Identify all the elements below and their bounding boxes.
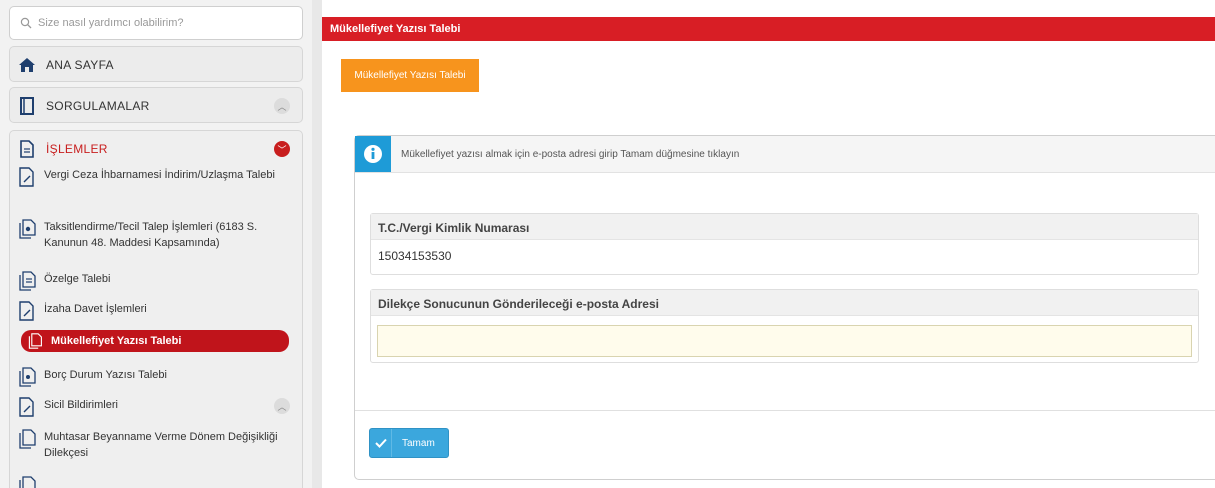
sidebar-item-label: Borç Durum Yazısı Talebi [44,369,167,381]
document-edit-icon [19,397,34,417]
sidebar-item-label: Sicil Bildirimleri [44,399,118,411]
email-input[interactable] [377,325,1192,357]
document-edit-icon [19,167,34,187]
home-label: ANA SAYFA [46,58,114,72]
sidebar-item-izaha-davet[interactable]: İzaha Davet İşlemleri [18,301,288,321]
submit-button[interactable]: Tamam [369,428,449,458]
sidebar-item-label: Mükellefiyet Yazısı Talebi [51,335,182,347]
sidebar-item-sicil[interactable]: Sicil Bildirimleri [18,397,288,417]
page-title: Mükellefiyet Yazısı Talebi [322,17,1215,41]
menu-queries[interactable]: SORGULAMALAR ︿ [9,87,303,123]
document-icon [18,140,36,158]
menu-operations: İŞLEMLER ﹀ Vergi Ceza İhbarnamesi İndiri… [9,130,303,488]
search-input[interactable] [38,13,296,33]
tc-field: T.C./Vergi Kimlik Numarası 15034153530 [370,213,1199,275]
tc-value: 15034153530 [378,249,452,263]
sidebar-item-ozelge[interactable]: Özelge Talebi [18,271,288,291]
sidebar-item-label: İzaha Davet İşlemleri [44,303,147,315]
sidebar-item-tax-penalty[interactable]: Vergi Ceza İhbarnamesi İndirim/Uzlaşma T… [18,167,288,187]
info-icon [355,136,391,172]
menu-home[interactable]: ANA SAYFA [9,46,303,82]
document-edit-icon [19,301,34,321]
sidebar-item-muhtasar[interactable]: Muhtasar Beyanname Verme Dönem Değişikli… [18,429,288,461]
document-stack-icon [19,271,36,291]
document-stack-icon [19,429,36,449]
sidebar: ANA SAYFA SORGULAMALAR ︿ İŞLEMLER ﹀ Verg… [0,0,312,488]
sidebar-item-label: Vergi Ceza İhbarnamesi İndirim/Uzlaşma T… [44,169,275,181]
tc-label: T.C./Vergi Kimlik Numarası [371,214,1198,240]
sidebar-item-partial[interactable] [18,476,288,488]
sidebar-item-installment[interactable]: Taksitlendirme/Tecil Talep İşlemleri (61… [18,219,288,251]
sidebar-item-borc-durum[interactable]: Borç Durum Yazısı Talebi [18,367,288,387]
queries-label: SORGULAMALAR [46,99,150,113]
email-label: Dilekçe Sonucunun Gönderileceği e-posta … [371,290,1198,316]
operations-header[interactable]: İŞLEMLER [10,131,302,167]
home-icon [18,56,36,74]
main-content: Mükellefiyet Yazısı Talebi Mükellefiyet … [322,0,1215,488]
document-stack-icon [19,367,36,387]
chevron-up-icon[interactable]: ︿ [274,98,290,114]
checkmark-icon [370,429,392,457]
tab-mukellefiyet[interactable]: Mükellefiyet Yazısı Talebi [341,59,479,92]
email-field: Dilekçe Sonucunun Gönderileceği e-posta … [370,289,1199,363]
info-text: Mükellefiyet yazısı almak için e-posta a… [401,148,740,160]
document-icon [28,333,42,349]
search-box [9,6,303,40]
divider [355,410,1215,411]
chevron-down-icon[interactable]: ﹀ [274,141,290,157]
search-icon [20,17,32,29]
book-icon [18,97,36,115]
chevron-up-icon[interactable]: ︿ [274,398,290,414]
operations-label: İŞLEMLER [46,142,108,156]
submit-label: Tamam [402,437,435,449]
info-bar: Mükellefiyet yazısı almak için e-posta a… [355,136,1215,173]
form-panel: Mükellefiyet yazısı almak için e-posta a… [354,135,1215,480]
document-stack-icon [19,219,36,239]
sidebar-item-mukellefiyet[interactable]: Mükellefiyet Yazısı Talebi [21,330,289,352]
sidebar-item-label: Taksitlendirme/Tecil Talep İşlemleri (61… [44,221,258,249]
sidebar-item-label: Muhtasar Beyanname Verme Dönem Değişikli… [44,431,278,459]
sidebar-item-label: Özelge Talebi [44,273,111,285]
document-stack-icon [19,476,36,488]
